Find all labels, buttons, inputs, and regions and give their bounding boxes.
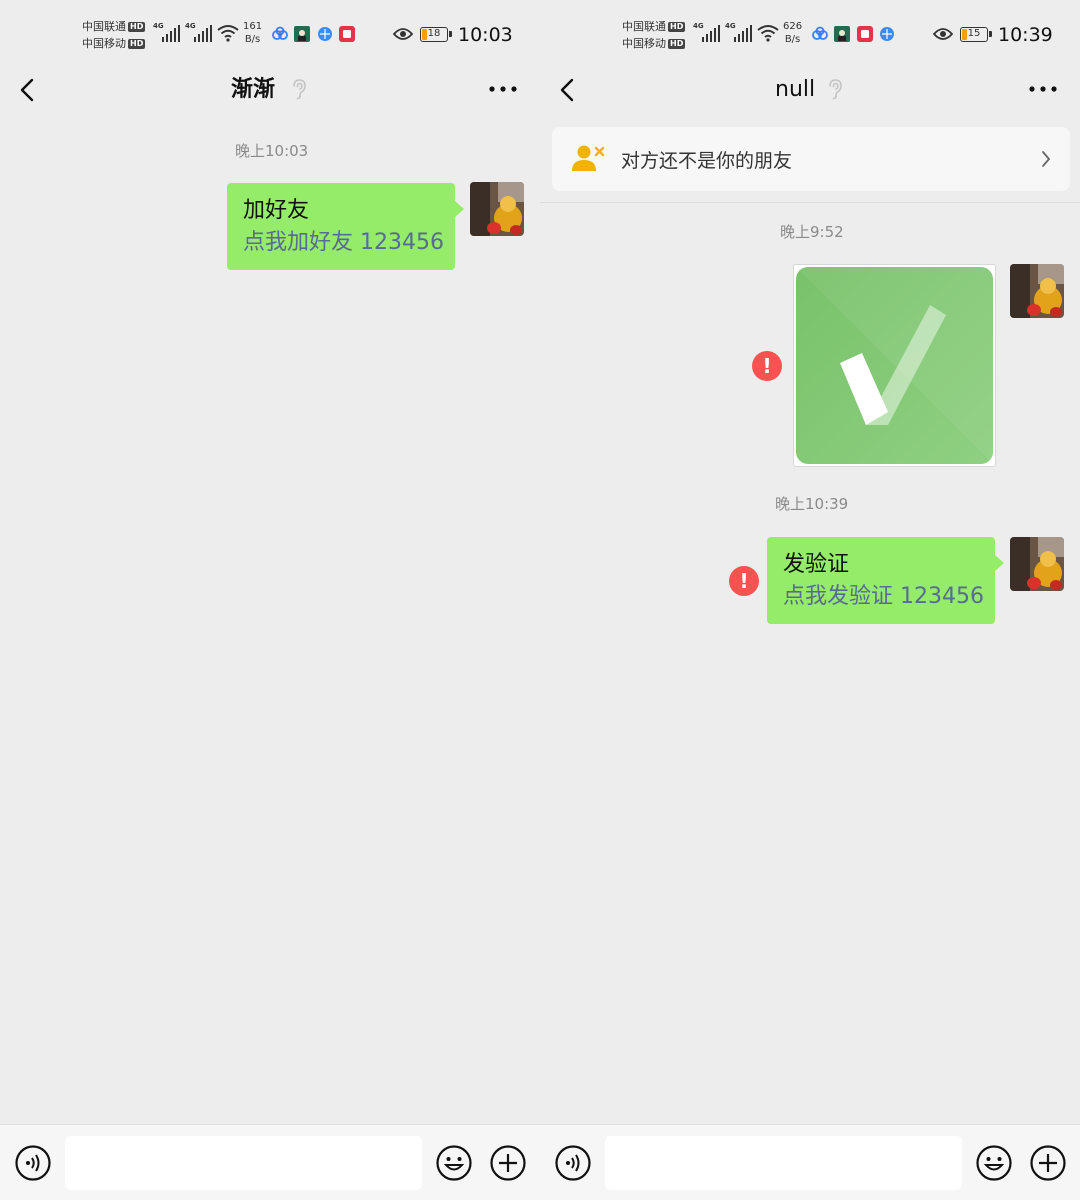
red-app-icon <box>857 26 873 42</box>
network-speed: 161 B/s <box>243 21 263 45</box>
battery-icon: 15 <box>960 27 992 42</box>
status-bar: 中国联通 HD 中国移动 HD 4G 4G 161 B/s 18 10:03 <box>0 0 540 68</box>
emoji-icon[interactable] <box>976 1145 1012 1181</box>
chat-screen-right: 中国联通 HD 中国移动 HD 4G 4G 626 B/s 15 10:39 n… <box>540 0 1080 1200</box>
hd-badge: HD <box>668 39 686 49</box>
chat-title: 渐渐 <box>231 77 276 102</box>
message-timestamp: 晚上9:52 <box>780 223 844 241</box>
avatar[interactable] <box>1010 264 1064 318</box>
avatar[interactable] <box>1010 537 1064 591</box>
photo-app-icon <box>294 26 310 42</box>
browser-app-icon <box>318 27 332 41</box>
message-text: 加好友 <box>243 198 310 223</box>
battery-icon: 18 <box>420 27 452 42</box>
signal-icon: 4G <box>725 22 753 42</box>
chevron-left-icon[interactable] <box>554 74 582 106</box>
chat-title: null <box>775 77 816 102</box>
browser-app-icon <box>880 27 894 41</box>
chevron-right-icon <box>1042 151 1051 167</box>
cloud-app-icon <box>812 26 828 40</box>
voice-icon[interactable] <box>15 1145 51 1181</box>
send-failed-icon[interactable]: ! <box>729 566 759 596</box>
hd-badge: HD <box>128 39 146 49</box>
ear-icon <box>293 79 306 100</box>
status-time: 10:03 <box>458 24 513 46</box>
message-input[interactable] <box>605 1136 962 1190</box>
network-speed: 626 B/s <box>783 21 803 45</box>
emoji-icon[interactable] <box>436 1145 472 1181</box>
ear-icon <box>829 79 842 100</box>
plus-icon[interactable] <box>1030 1145 1066 1181</box>
more-dots-icon[interactable] <box>488 84 518 94</box>
nav-bar: 渐渐 <box>0 68 540 112</box>
status-bar: 中国联通 HD 中国移动 HD 4G 4G 626 B/s 15 10:39 <box>540 0 1080 68</box>
message-input[interactable] <box>65 1136 422 1190</box>
avatar[interactable] <box>470 182 524 236</box>
status-time: 10:39 <box>998 24 1053 46</box>
message-timestamp: 晚上10:03 <box>235 142 309 160</box>
signal-icon: 4G <box>693 22 721 42</box>
red-app-icon <box>339 26 355 42</box>
message-bubble[interactable]: 加好友 点我加好友 123456 <box>227 183 464 270</box>
chat-screen-left: 中国联通 HD 中国移动 HD 4G 4G 161 B/s 18 10:03 渐… <box>0 0 540 1200</box>
carrier-2: 中国移动 <box>82 37 126 50</box>
input-bar <box>0 1124 540 1200</box>
voice-icon[interactable] <box>555 1145 591 1181</box>
chevron-left-icon[interactable] <box>14 74 42 106</box>
hd-badge: HD <box>668 22 686 32</box>
carrier-1: 中国联通 <box>622 20 666 33</box>
input-bar <box>540 1124 1080 1200</box>
wifi-icon <box>217 25 239 42</box>
eye-icon <box>933 28 953 40</box>
more-dots-icon[interactable] <box>1028 84 1058 94</box>
image-message[interactable] <box>793 264 996 467</box>
message-timestamp: 晚上10:39 <box>775 495 849 513</box>
user-remove-icon <box>572 145 605 171</box>
carrier-1: 中国联通 <box>82 20 126 33</box>
eye-icon <box>393 28 413 40</box>
wifi-icon <box>757 25 779 42</box>
signal-icon: 4G <box>153 22 181 42</box>
not-friend-banner[interactable]: 对方还不是你的朋友 <box>552 127 1070 191</box>
message-text: 发验证 <box>783 552 850 577</box>
carrier-info: 中国联通 HD 中国移动 HD <box>82 18 146 52</box>
cloud-app-icon <box>272 26 288 40</box>
photo-app-icon <box>834 26 850 42</box>
hd-badge: HD <box>128 22 146 32</box>
banner-text: 对方还不是你的朋友 <box>621 150 793 172</box>
signal-icon: 4G <box>185 22 213 42</box>
message-link[interactable]: 点我发验证 123456 <box>783 581 984 613</box>
send-failed-icon[interactable]: ! <box>752 351 782 381</box>
nav-bar: null <box>540 68 1080 112</box>
divider <box>540 202 1080 203</box>
carrier-info: 中国联通 HD 中国移动 HD <box>622 18 686 52</box>
message-bubble[interactable]: 发验证 点我发验证 123456 <box>767 537 1004 624</box>
plus-icon[interactable] <box>490 1145 526 1181</box>
message-link[interactable]: 点我加好友 123456 <box>243 227 444 259</box>
carrier-2: 中国移动 <box>622 37 666 50</box>
check-mark-image <box>796 267 993 464</box>
